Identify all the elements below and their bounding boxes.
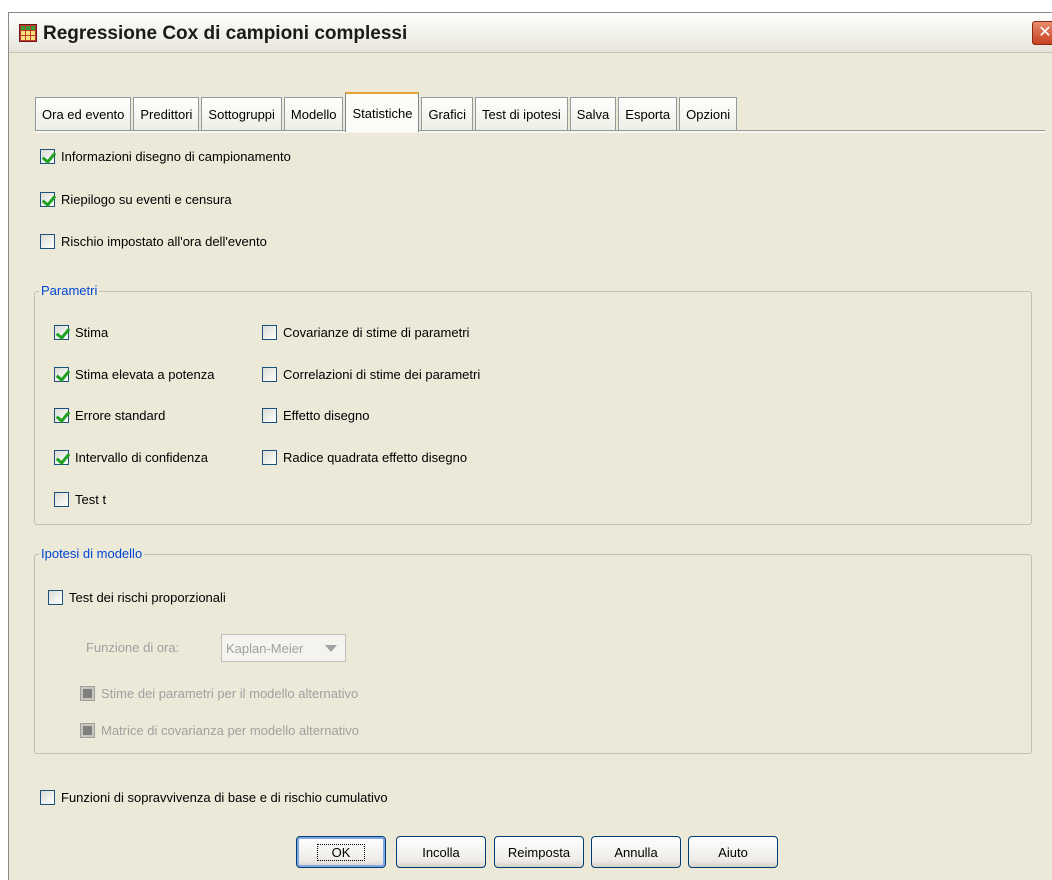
tab-sottogruppi[interactable]: Sottogruppi — [201, 97, 282, 131]
risk-set-checkbox[interactable]: Rischio impostato all'ora dell'evento — [40, 231, 267, 251]
tab-grafici[interactable]: Grafici — [421, 97, 473, 131]
group-title: Parametri — [39, 283, 100, 298]
checkbox-box[interactable] — [40, 191, 55, 207]
checkbox-box[interactable] — [48, 589, 63, 605]
ok-button[interactable]: OK — [296, 836, 386, 868]
tab-test-di-ipotesi[interactable]: Test di ipotesi — [475, 97, 568, 131]
checkbox-label: Test t — [75, 491, 107, 507]
time-function-label: Funzione di ora: — [86, 640, 180, 655]
design-effect-checkbox[interactable]: Effetto disegno — [262, 405, 370, 425]
cancel-button-label: Annulla — [614, 844, 658, 860]
time-function-select: Kaplan-Meier — [221, 634, 346, 662]
exp-estimate-checkbox[interactable]: Stima elevata a potenza — [54, 364, 214, 384]
group-title: Ipotesi di modello — [39, 546, 145, 561]
correlations-checkbox[interactable]: Correlazioni di stime dei parametri — [262, 364, 480, 384]
checkbox-label: Correlazioni di stime dei parametri — [283, 366, 481, 382]
tab-ora-ed-evento[interactable]: Ora ed evento — [35, 97, 132, 131]
checkbox-box[interactable] — [54, 407, 69, 423]
covariances-checkbox[interactable]: Covarianze di stime di parametri — [262, 322, 469, 342]
checkbox-box[interactable] — [54, 449, 69, 465]
checkbox-label: Effetto disegno — [283, 407, 370, 423]
checkbox-box — [80, 685, 95, 701]
checkbox-box[interactable] — [54, 324, 69, 340]
ok-button-label: OK — [316, 843, 366, 861]
checkbox-label: Stima elevata a potenza — [75, 366, 215, 382]
t-test-checkbox[interactable]: Test t — [54, 489, 106, 509]
tab-modello[interactable]: Modello — [283, 97, 344, 131]
checkbox-label: Informazioni disegno di campionamento — [61, 148, 291, 164]
checkbox-label: Riepilogo su eventi e censura — [61, 191, 232, 207]
checkbox-label: Rischio impostato all'ora dell'evento — [61, 233, 267, 249]
checkbox-box[interactable] — [262, 366, 277, 382]
estimate-checkbox[interactable]: Stima — [54, 322, 108, 342]
alt-covariance-checkbox: Matrice di covarianza per modello altern… — [80, 720, 359, 740]
help-button-label: Aiuto — [718, 844, 748, 860]
window-title: Regressione Cox di campioni complessi — [43, 23, 408, 44]
checkbox-label: Radice quadrata effetto disegno — [283, 449, 468, 465]
parametri-group: Parametri — [34, 283, 1032, 525]
checkbox-label: Covarianze di stime di parametri — [283, 324, 470, 340]
title-bar[interactable]: Regressione Cox di campioni complessi ✕ — [9, 13, 1052, 53]
checkbox-label: Test dei rischi proporzionali — [69, 589, 226, 605]
checkbox-label: Intervallo di confidenza — [75, 449, 208, 465]
checkbox-label: Matrice di covarianza per modello altern… — [101, 722, 359, 738]
checkbox-box[interactable] — [262, 324, 277, 340]
baseline-functions-checkbox[interactable]: Funzioni di sopravvivenza di base e di r… — [40, 787, 388, 807]
dropdown-arrow-icon — [325, 645, 337, 652]
sampling-info-checkbox[interactable]: Informazioni disegno di campionamento — [40, 146, 291, 166]
checkbox-box — [80, 722, 95, 738]
paste-button-label: Incolla — [422, 844, 460, 860]
checkbox-box[interactable] — [40, 148, 55, 164]
close-icon[interactable]: ✕ — [1032, 21, 1052, 45]
checkbox-box[interactable] — [262, 407, 277, 423]
alt-estimates-checkbox: Stime dei parametri per il modello alter… — [80, 683, 358, 703]
checkbox-box[interactable] — [54, 366, 69, 382]
conf-interval-checkbox[interactable]: Intervallo di confidenza — [54, 447, 208, 467]
spss-table-icon — [19, 24, 37, 42]
checkbox-box[interactable] — [262, 449, 277, 465]
event-summary-checkbox[interactable]: Riepilogo su eventi e censura — [40, 189, 232, 209]
tab-statistiche[interactable]: Statistiche — [345, 92, 420, 132]
checkbox-box[interactable] — [54, 491, 69, 507]
reset-button-label: Reimposta — [507, 844, 571, 860]
checkbox-label: Stime dei parametri per il modello alter… — [101, 685, 359, 701]
reset-button[interactable]: Reimposta — [494, 836, 584, 868]
help-button[interactable]: Aiuto — [688, 836, 778, 868]
tab-strip: Ora ed evento Predittori Sottogruppi Mod… — [35, 77, 739, 132]
checkbox-label: Funzioni di sopravvivenza di base e di r… — [61, 789, 388, 805]
checkbox-label: Stima — [75, 324, 109, 340]
tab-esporta[interactable]: Esporta — [618, 97, 678, 131]
tab-predittori[interactable]: Predittori — [133, 97, 200, 131]
tab-opzioni[interactable]: Opzioni — [679, 97, 738, 131]
select-value: Kaplan-Meier — [226, 640, 304, 656]
checkbox-label: Errore standard — [75, 407, 166, 423]
prop-hazards-checkbox[interactable]: Test dei rischi proporzionali — [48, 587, 226, 607]
tab-salva[interactable]: Salva — [569, 97, 617, 131]
paste-button[interactable]: Incolla — [396, 836, 486, 868]
checkbox-box[interactable] — [40, 789, 55, 805]
sqrt-design-effect-checkbox[interactable]: Radice quadrata effetto disegno — [262, 447, 467, 467]
cancel-button[interactable]: Annulla — [591, 836, 681, 868]
tab-panel-border — [35, 130, 1045, 133]
std-error-checkbox[interactable]: Errore standard — [54, 405, 165, 425]
checkbox-box[interactable] — [40, 233, 55, 249]
